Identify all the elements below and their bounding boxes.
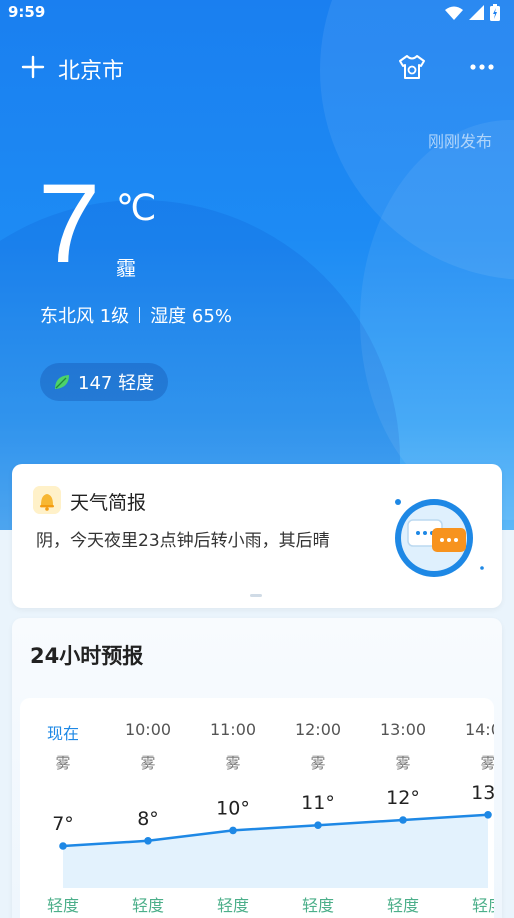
- divider: [139, 307, 141, 323]
- wind-humidity: 东北风 1级 湿度 65%: [40, 302, 232, 328]
- temperature-point: [144, 837, 152, 845]
- temperature-label: 7°: [52, 813, 74, 835]
- add-city-button[interactable]: [18, 52, 48, 82]
- temperature-point: [229, 826, 237, 835]
- humidity-text: 湿度 65%: [150, 306, 232, 327]
- city-name[interactable]: 北京市: [58, 53, 124, 85]
- status-time: 9:59: [8, 3, 46, 21]
- temperature-point: [484, 811, 492, 819]
- leaf-icon: [55, 375, 69, 389]
- aqi-text: 147 轻度: [78, 373, 155, 394]
- brief-title: 天气简报: [70, 492, 147, 514]
- signal-icon: [469, 5, 484, 20]
- top-bar: 北京市: [0, 44, 514, 90]
- wifi-icon: [445, 6, 463, 20]
- temperature-label: 12°: [386, 787, 420, 809]
- page-indicator: [250, 594, 262, 597]
- temperature-point: [59, 842, 67, 850]
- hourly-forecast-scroll[interactable]: 现在雾轻度 10:00 雾轻度 11:00 雾轻度 12:00 雾轻度 13:00 雾轻度 14:…: [20, 698, 494, 918]
- temperature-area: [63, 814, 488, 888]
- temperature-point: [314, 821, 322, 829]
- clothing-icon[interactable]: [396, 52, 428, 82]
- temperature-unit: ℃: [116, 188, 157, 229]
- temperature-label: 11°: [301, 792, 335, 814]
- temperature-line-chart: 7° 8° 10° 11° 12° 13°: [52, 782, 494, 888]
- temperature-label: 8°: [137, 808, 159, 830]
- battery-icon: [490, 4, 500, 21]
- chat-bubbles-icon: [395, 499, 484, 577]
- current-temperature: 7: [38, 161, 101, 286]
- status-bar: 9:59: [0, 0, 514, 26]
- wind-text: 东北风 1级: [40, 306, 130, 327]
- weather-brief-card[interactable]: 天气简报 阴，今天夜里23点钟后转小雨，其后晴: [12, 464, 502, 608]
- temperature-label: 13°: [471, 782, 494, 804]
- aqi-badge[interactable]: 147 轻度: [40, 363, 169, 401]
- forecast-title: 24小时预报: [30, 644, 144, 668]
- brief-text: 阴，今天夜里23点钟后转小雨，其后晴: [36, 531, 330, 551]
- bell-icon: [33, 486, 61, 514]
- more-icon[interactable]: [466, 52, 498, 82]
- temperature-label: 10°: [216, 797, 250, 819]
- hourly-forecast-card: 24小时预报 现在雾轻度 10:00 雾轻度 11:00 雾轻度 12:00 雾轻度 13:0…: [12, 618, 502, 918]
- publish-time: 刚刚发布: [427, 132, 492, 151]
- current-condition: 霾: [116, 256, 136, 280]
- temperature-point: [399, 816, 407, 824]
